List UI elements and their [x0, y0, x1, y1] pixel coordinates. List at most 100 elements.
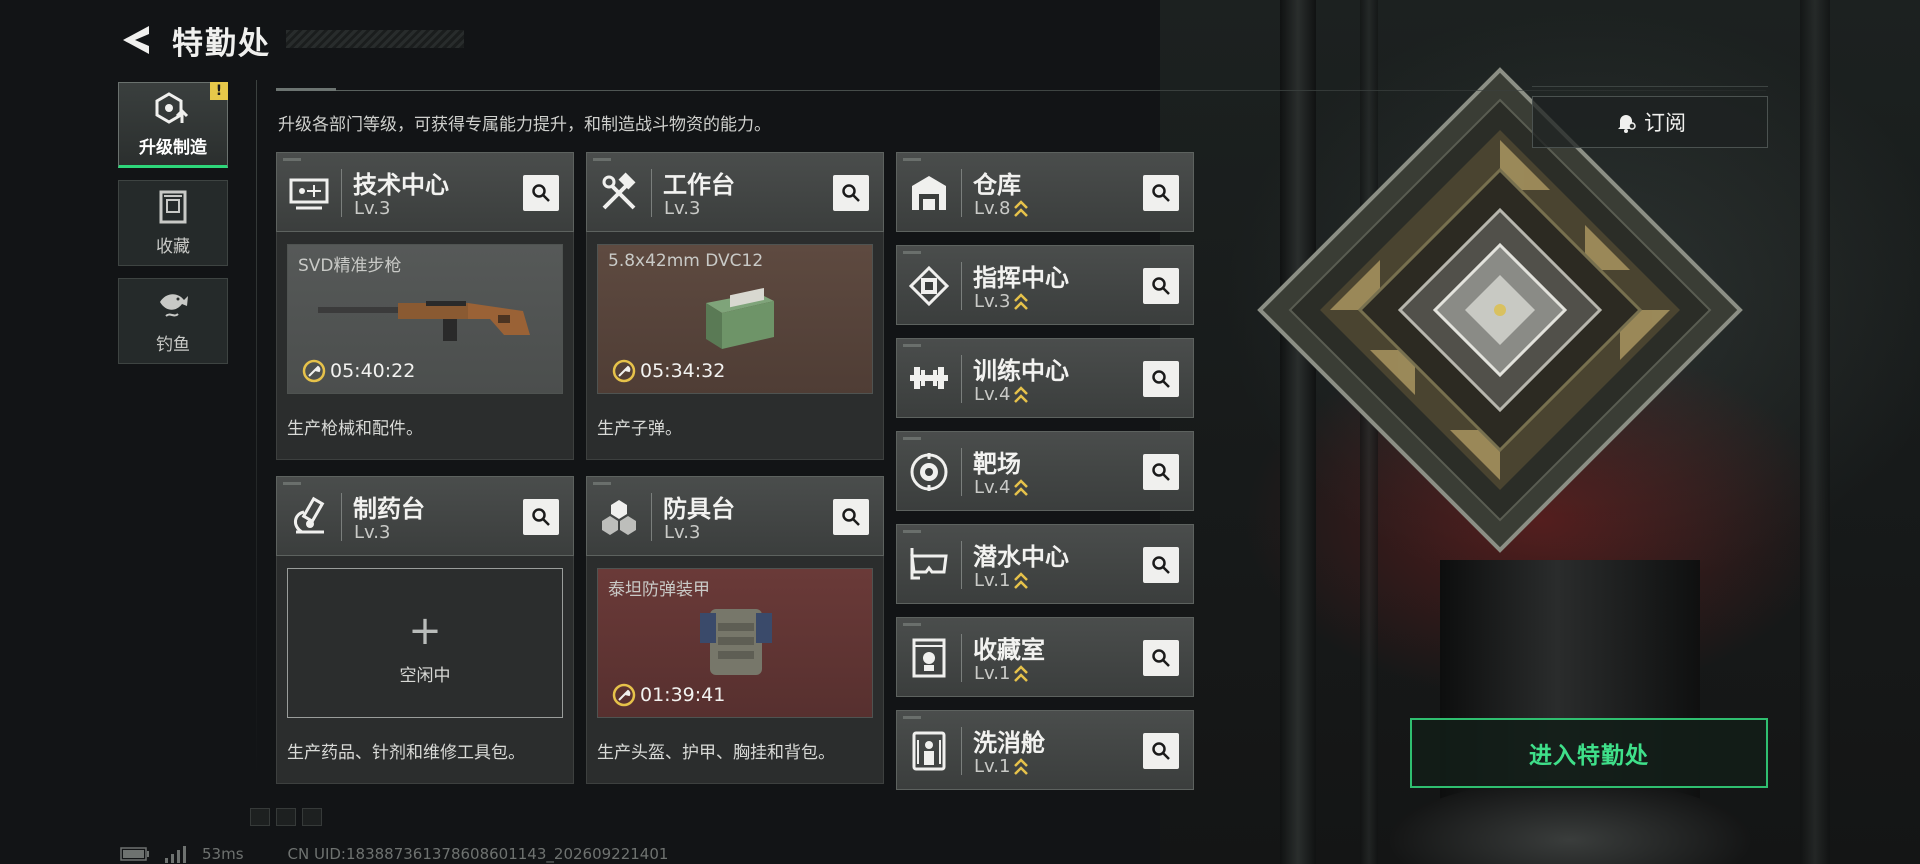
search-button[interactable] — [1143, 175, 1179, 211]
collection-icon — [159, 190, 187, 223]
facility-card-collection-room[interactable]: 收藏室 Lv.1 — [896, 617, 1194, 697]
ammo-box-icon — [706, 287, 774, 349]
corner-mark — [903, 530, 921, 533]
upgradable-chevron-icon — [1014, 386, 1029, 403]
facility-level: Lv.4 — [974, 477, 1029, 498]
facility-name: 洗消舱 — [973, 729, 1045, 757]
search-button[interactable] — [523, 175, 559, 211]
deco-square — [276, 808, 296, 826]
subscribe-button[interactable]: 订阅 — [1532, 96, 1768, 148]
building-level: Lv.3 — [664, 522, 701, 543]
title-decoration-stripe — [286, 30, 464, 48]
facility-card-shooting-range[interactable]: 靶场 Lv.4 — [896, 431, 1194, 511]
sidebar-item-label: 钓鱼 — [156, 334, 190, 355]
header-separator — [961, 541, 962, 589]
back-arrow-icon — [123, 26, 149, 54]
battery-icon — [120, 847, 149, 861]
level-text: Lv.3 — [974, 291, 1011, 312]
back-button[interactable] — [116, 20, 156, 60]
production-panel: 5.8x42mm DVC12 05:34:32 生产子弹。 — [586, 232, 884, 460]
slot-item-name: SVD精准步枪 — [298, 256, 402, 276]
header-separator — [961, 448, 962, 496]
production-slot[interactable]: 5.8x42mm DVC12 05:34:32 — [597, 244, 873, 394]
command-center-icon — [905, 262, 953, 310]
timer-wrench-icon — [612, 359, 636, 383]
sidebar-item-upgrade-craft[interactable]: ! 升级制造 — [118, 82, 228, 168]
sidebar-item-collection[interactable]: 收藏 — [118, 180, 228, 266]
search-button[interactable] — [1143, 454, 1179, 490]
production-slot[interactable]: 泰坦防弹装甲 01:39:41 — [597, 568, 873, 718]
corner-mark — [903, 623, 921, 626]
corner-mark — [903, 437, 921, 440]
add-icon: + — [408, 608, 442, 654]
facility-name: 训练中心 — [973, 357, 1069, 385]
search-button[interactable] — [1143, 547, 1179, 583]
building-card-tech-center[interactable]: 技术中心 Lv.3 — [276, 152, 574, 232]
building-description: 生产子弹。 — [597, 419, 682, 439]
production-slot[interactable]: SVD精准步枪 05:40:22 — [287, 244, 563, 394]
pharmacy-icon — [285, 493, 333, 541]
top-right-divider — [1532, 86, 1768, 87]
facility-name: 仓库 — [973, 171, 1021, 199]
slot-item-name: 5.8x42mm DVC12 — [608, 251, 764, 271]
header-separator — [651, 169, 652, 217]
facility-level: Lv.1 — [974, 756, 1029, 777]
signal-icon — [165, 846, 186, 863]
header-separator — [961, 169, 962, 217]
upgradable-chevron-icon — [1014, 200, 1029, 217]
search-icon — [1152, 277, 1170, 295]
search-button[interactable] — [523, 499, 559, 535]
search-button[interactable] — [833, 175, 869, 211]
background-pillar — [1800, 0, 1830, 864]
corner-mark — [903, 716, 921, 719]
building-name: 工作台 — [663, 171, 735, 199]
corner-mark — [283, 158, 301, 161]
idle-label: 空闲中 — [399, 666, 451, 686]
status-bar: 53ms CN UID:1838873613786086011​43_20260… — [120, 844, 668, 864]
search-icon — [1152, 556, 1170, 574]
search-button[interactable] — [1143, 733, 1179, 769]
timer-text: 05:40:22 — [330, 360, 416, 382]
enter-special-ops-button[interactable]: 进入特勤处 — [1410, 718, 1768, 788]
corner-mark — [283, 482, 301, 485]
facility-card-warehouse[interactable]: 仓库 Lv.8 — [896, 152, 1194, 232]
building-description: 生产头盔、护甲、胸挂和背包。 — [597, 743, 835, 763]
search-button[interactable] — [1143, 361, 1179, 397]
search-icon — [1152, 742, 1170, 760]
building-card-pharmacy[interactable]: 制药台 Lv.3 — [276, 476, 574, 556]
warehouse-icon — [905, 169, 953, 217]
search-button[interactable] — [1143, 640, 1179, 676]
production-panel: 泰坦防弹装甲 01:39:41 生产头盔、护甲、胸挂和背包。 — [586, 556, 884, 784]
uid-text: CN UID:1838873613786086011​43_2026092214… — [287, 845, 669, 863]
search-icon — [1152, 463, 1170, 481]
slot-timer: 05:34:32 — [612, 359, 725, 383]
facility-name: 靶场 — [973, 450, 1021, 478]
building-level: Lv.3 — [664, 198, 701, 219]
level-text: Lv.4 — [974, 384, 1011, 405]
building-description: 生产药品、针剂和维修工具包。 — [287, 743, 525, 763]
facility-level: Lv.4 — [974, 384, 1029, 405]
sidebar-item-label: 升级制造 — [139, 137, 207, 158]
timer-text: 05:34:32 — [640, 360, 726, 382]
search-icon — [1152, 370, 1170, 388]
empty-production-slot[interactable]: + 空闲中 — [287, 568, 563, 718]
diving-center-icon — [905, 541, 953, 589]
production-panel: SVD精准步枪 05:40:22 生产枪械和配件。 — [276, 232, 574, 460]
facility-card-decontamination[interactable]: 洗消舱 Lv.1 — [896, 710, 1194, 790]
deco-square — [302, 808, 322, 826]
sidebar-item-fishing[interactable]: 钓鱼 — [118, 278, 228, 364]
deco-square — [250, 808, 270, 826]
upgradable-chevron-icon — [1014, 293, 1029, 310]
building-card-armor-bench[interactable]: 防具台 Lv.3 — [586, 476, 884, 556]
building-card-workbench[interactable]: 工作台 Lv.3 — [586, 152, 884, 232]
enter-button-label: 进入特勤处 — [1529, 743, 1649, 769]
upgrade-craft-icon — [155, 91, 189, 124]
facility-card-command-center[interactable]: 指挥中心 Lv.3 — [896, 245, 1194, 325]
search-button[interactable] — [1143, 268, 1179, 304]
shooting-range-icon — [905, 448, 953, 496]
facility-card-diving-center[interactable]: 潜水中心 Lv.1 — [896, 524, 1194, 604]
search-icon — [842, 508, 860, 526]
subscribe-label: 订阅 — [1644, 111, 1686, 135]
search-button[interactable] — [833, 499, 869, 535]
facility-card-training-center[interactable]: 训练中心 Lv.4 — [896, 338, 1194, 418]
